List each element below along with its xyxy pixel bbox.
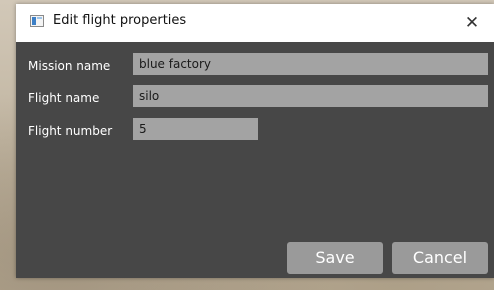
save-button[interactable]: Save [287, 242, 383, 274]
flight-name-label: Flight name [28, 91, 100, 105]
title-bar: Edit flight properties ✕ [16, 4, 494, 42]
edit-flight-dialog: Edit flight properties ✕ Mission name Fl… [16, 4, 494, 278]
flight-number-label: Flight number [28, 124, 113, 138]
app-window-icon [30, 15, 44, 27]
mission-name-label: Mission name [28, 59, 111, 73]
close-icon: ✕ [464, 13, 480, 33]
dialog-title: Edit flight properties [53, 13, 187, 28]
cancel-button[interactable]: Cancel [392, 242, 488, 274]
close-button[interactable]: ✕ [450, 4, 494, 42]
flight-name-input[interactable] [133, 85, 488, 107]
flight-number-input[interactable] [133, 118, 258, 140]
mission-name-input[interactable] [133, 53, 488, 75]
